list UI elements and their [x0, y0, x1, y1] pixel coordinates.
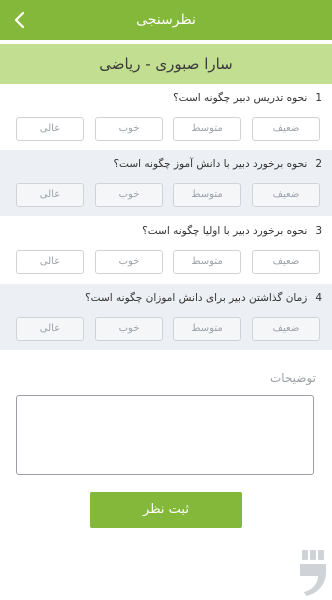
- option-good[interactable]: خوب: [95, 117, 163, 141]
- option-weak[interactable]: ضعیف: [252, 317, 320, 341]
- option-average[interactable]: متوسط: [173, 317, 241, 341]
- option-good[interactable]: خوب: [95, 183, 163, 207]
- question-label: زمان گذاشتن دبیر برای دانش اموزان چگونه …: [85, 292, 308, 304]
- option-weak[interactable]: ضعیف: [252, 183, 320, 207]
- question-number: 4: [315, 292, 322, 304]
- option-excellent[interactable]: عالی: [16, 250, 84, 274]
- question-number: 1: [315, 92, 322, 104]
- option-excellent[interactable]: عالی: [16, 117, 84, 141]
- question-label: نحوه تدریس دبیر چگونه است؟: [173, 92, 308, 104]
- option-weak[interactable]: ضعیف: [252, 117, 320, 141]
- question-text: 3 نحوه برخورد دبیر با اولیا چگونه است؟: [142, 225, 322, 237]
- chevron-left-icon[interactable]: [10, 10, 30, 30]
- rating-options: ضعیف متوسط خوب عالی: [16, 117, 321, 141]
- option-good[interactable]: خوب: [95, 250, 163, 274]
- question-number: 3: [315, 225, 322, 237]
- option-excellent[interactable]: عالی: [16, 317, 84, 341]
- question-1: 1 نحوه تدریس دبیر چگونه است؟ ضعیف متوسط خ…: [0, 84, 332, 150]
- option-weak[interactable]: ضعیف: [252, 250, 320, 274]
- rating-options: ضعیف متوسط خوب عالی: [16, 250, 321, 274]
- option-excellent[interactable]: عالی: [16, 183, 84, 207]
- question-label: نحوه برخورد دبیر با دانش آموز چگونه است؟: [113, 158, 308, 170]
- app-header: نظرسنجی: [0, 0, 332, 40]
- rating-options: ضعیف متوسط خوب عالی: [16, 317, 321, 341]
- question-3: 3 نحوه برخورد دبیر با اولیا چگونه است؟ ضع…: [0, 217, 332, 283]
- submit-button[interactable]: ثبت نظر: [90, 492, 242, 528]
- option-average[interactable]: متوسط: [173, 250, 241, 274]
- comments-textarea[interactable]: [16, 395, 314, 475]
- rating-options: ضعیف متوسط خوب عالی: [16, 183, 321, 207]
- question-number: 2: [315, 158, 322, 170]
- comments-label: توضیحات: [269, 371, 316, 385]
- app-logo-icon: [300, 550, 326, 596]
- question-label: نحوه برخورد دبیر با اولیا چگونه است؟: [142, 225, 308, 237]
- question-2: 2 نحوه برخورد دبیر با دانش آموز چگونه است…: [0, 150, 332, 216]
- student-subject-bar: سارا صبوری - ریاضی: [0, 44, 332, 84]
- question-4: 4 زمان گذاشتن دبیر برای دانش اموزان چگونه…: [0, 284, 332, 350]
- option-average[interactable]: متوسط: [173, 183, 241, 207]
- question-text: 4 زمان گذاشتن دبیر برای دانش اموزان چگونه…: [85, 292, 322, 304]
- option-good[interactable]: خوب: [95, 317, 163, 341]
- option-average[interactable]: متوسط: [173, 117, 241, 141]
- question-text: 1 نحوه تدریس دبیر چگونه است؟: [173, 92, 322, 104]
- question-text: 2 نحوه برخورد دبیر با دانش آموز چگونه است…: [113, 158, 322, 170]
- page-title: نظرسنجی: [136, 12, 196, 28]
